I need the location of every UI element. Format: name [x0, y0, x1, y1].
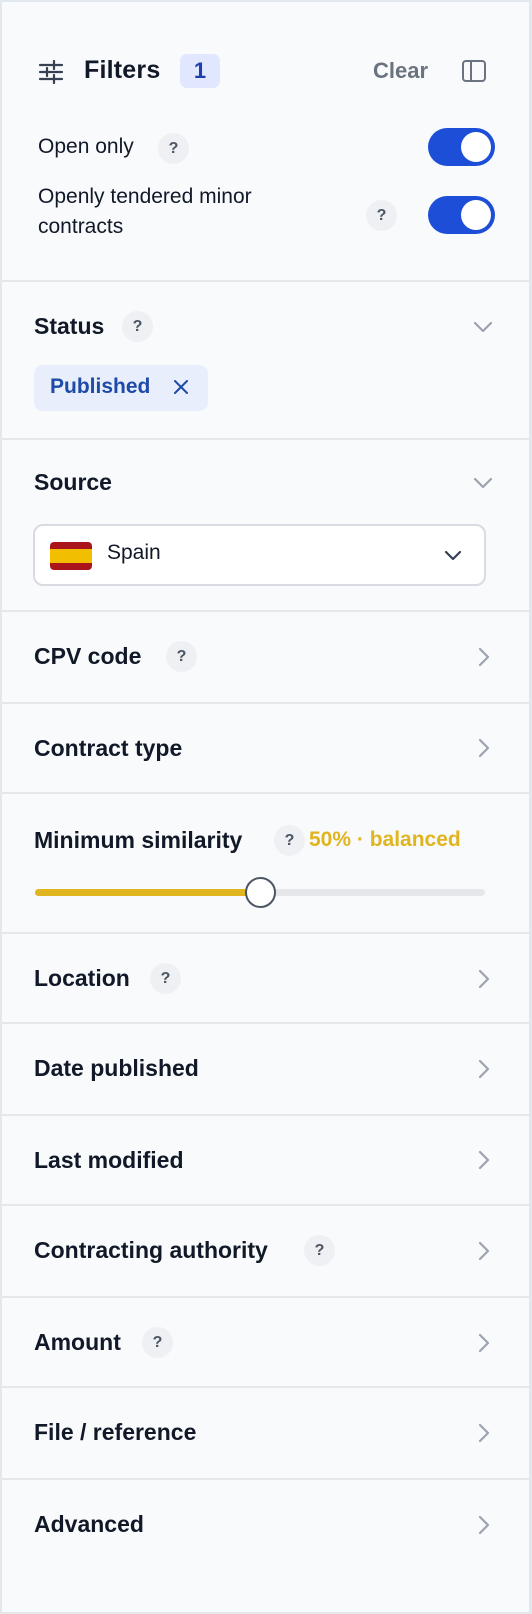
- close-icon[interactable]: [173, 379, 189, 395]
- spain-flag-icon: [50, 542, 92, 570]
- toggle-knob: [461, 200, 491, 230]
- active-filter-count-badge: 1: [180, 54, 220, 88]
- source-section: Source Spain: [2, 440, 529, 612]
- toggle-row-open-only: Open only ?: [38, 128, 529, 168]
- source-title: Source: [34, 469, 112, 495]
- advanced-title: Advanced: [34, 1511, 144, 1537]
- chevron-right-icon: [478, 1150, 490, 1170]
- chevron-right-icon: [478, 738, 490, 758]
- clear-button[interactable]: Clear: [373, 58, 428, 84]
- location-title: Location: [34, 965, 130, 991]
- chip-label: Published: [50, 375, 151, 398]
- status-help-icon[interactable]: ?: [122, 311, 153, 342]
- chevron-right-icon: [478, 969, 490, 989]
- file-reference-title: File / reference: [34, 1419, 197, 1445]
- similarity-slider[interactable]: [35, 877, 485, 908]
- chevron-down-icon[interactable]: [473, 320, 493, 334]
- location-section[interactable]: Location ?: [2, 934, 529, 1024]
- source-selected-value: Spain: [107, 541, 161, 564]
- amount-help-icon[interactable]: ?: [142, 1327, 173, 1358]
- slider-thumb[interactable]: [245, 877, 276, 908]
- minor-contracts-help-icon[interactable]: ?: [366, 200, 397, 231]
- status-section: Status ? Published: [2, 282, 529, 440]
- cpv-code-section[interactable]: CPV code ?: [2, 612, 529, 704]
- open-only-help-icon[interactable]: ?: [158, 133, 189, 164]
- open-only-toggle[interactable]: [428, 128, 495, 166]
- advanced-section[interactable]: Advanced: [2, 1480, 529, 1572]
- filters-header: Filters 1 Clear: [38, 54, 529, 90]
- minimum-similarity-title: Minimum similarity: [34, 827, 243, 853]
- amount-title: Amount: [34, 1329, 121, 1355]
- amount-section[interactable]: Amount ?: [2, 1298, 529, 1388]
- minimum-similarity-section: Minimum similarity ? 50% · balanced: [2, 794, 529, 934]
- status-chip-published[interactable]: Published: [34, 365, 208, 411]
- cpv-code-title: CPV code: [34, 643, 142, 669]
- open-only-label: Open only: [38, 135, 134, 158]
- contract-type-title: Contract type: [34, 735, 183, 761]
- sliders-icon: [38, 60, 64, 84]
- chevron-down-icon[interactable]: [473, 476, 493, 490]
- slider-fill: [35, 889, 260, 896]
- contract-type-section[interactable]: Contract type: [2, 704, 529, 794]
- contracting-authority-title: Contracting authority: [34, 1237, 268, 1263]
- status-title: Status: [34, 313, 105, 339]
- chevron-right-icon: [478, 1059, 490, 1079]
- similarity-value-label: 50% · balanced: [309, 828, 461, 851]
- chevron-right-icon: [478, 1241, 490, 1261]
- chevron-right-icon: [478, 1515, 490, 1535]
- date-published-section[interactable]: Date published: [2, 1024, 529, 1116]
- chevron-right-icon: [478, 1423, 490, 1443]
- minor-contracts-label: Openly tendered minor contracts: [38, 185, 252, 238]
- contracting-authority-section[interactable]: Contracting authority ?: [2, 1206, 529, 1298]
- last-modified-title: Last modified: [34, 1147, 184, 1173]
- minimum-similarity-help-icon[interactable]: ?: [274, 825, 305, 856]
- toggle-row-minor-contracts: Openly tendered minor contracts ?: [38, 180, 529, 250]
- chevron-right-icon: [478, 647, 490, 667]
- chevron-right-icon: [478, 1333, 490, 1353]
- last-modified-section[interactable]: Last modified: [2, 1116, 529, 1206]
- cpv-code-help-icon[interactable]: ?: [166, 641, 197, 672]
- contracting-authority-help-icon[interactable]: ?: [304, 1235, 335, 1266]
- location-help-icon[interactable]: ?: [150, 963, 181, 994]
- chevron-down-icon: [444, 550, 462, 561]
- date-published-title: Date published: [34, 1055, 199, 1081]
- toggle-knob: [461, 132, 491, 162]
- filters-panel: Filters 1 Clear Open only ? Openly tende…: [0, 0, 532, 1614]
- panel-toggle-icon[interactable]: [461, 58, 487, 84]
- file-reference-section[interactable]: File / reference: [2, 1388, 529, 1480]
- source-select[interactable]: Spain: [33, 524, 486, 586]
- minor-contracts-toggle[interactable]: [428, 196, 495, 234]
- filters-title: Filters: [84, 56, 161, 84]
- filters-header-section: Filters 1 Clear Open only ? Openly tende…: [2, 2, 529, 282]
